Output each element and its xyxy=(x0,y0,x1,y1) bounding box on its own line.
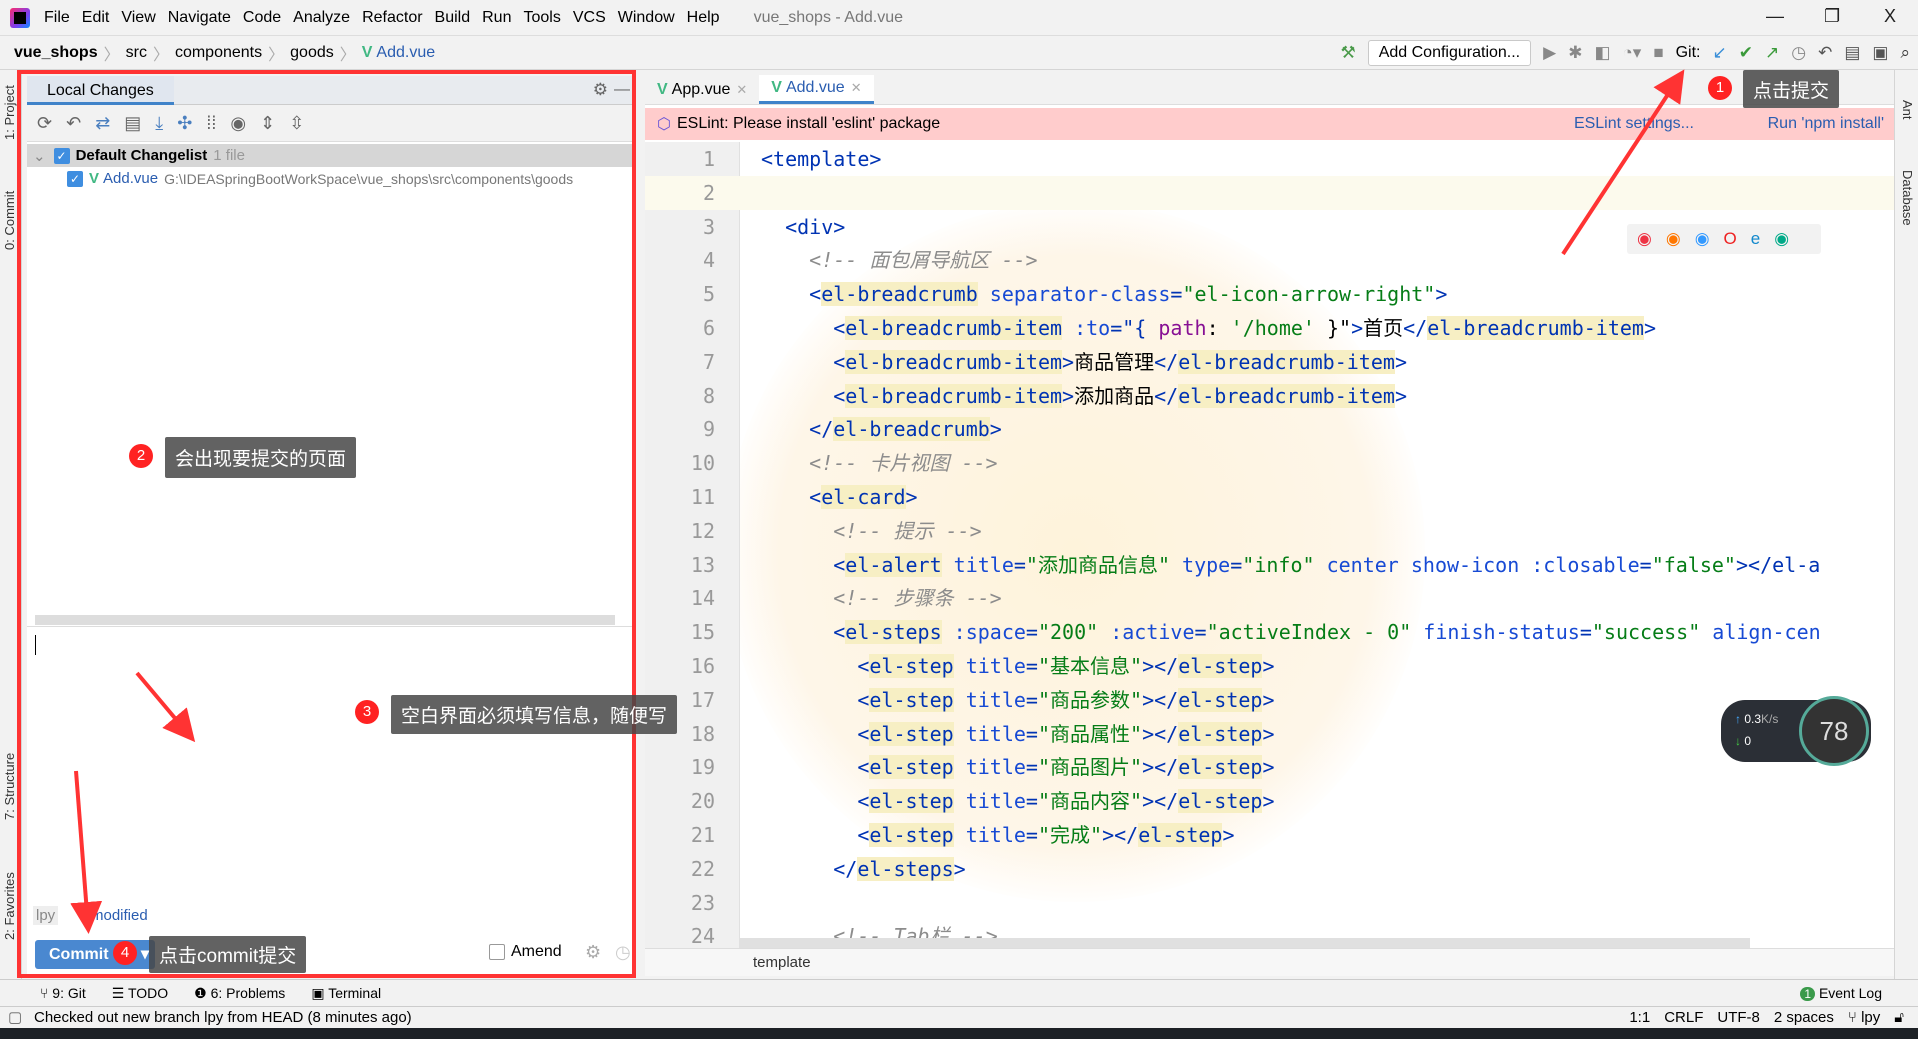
arrow-to-commit-button xyxy=(70,770,103,934)
annotation-callout-3: 空白界面必须填写信息，随便写 xyxy=(391,695,678,734)
annotation-number-4: 4 xyxy=(113,941,137,965)
annotation-callout-2: 会出现要提交的页面 xyxy=(165,437,357,478)
arrow-to-message xyxy=(135,671,196,743)
annotation-number-3: 3 xyxy=(355,700,379,724)
arrow-to-commit-icon xyxy=(1561,69,1685,256)
annotation-number-1: 1 xyxy=(1708,76,1732,100)
annotation-number-2: 2 xyxy=(129,444,153,468)
annotation-callout-1: 点击提交 xyxy=(1743,70,1840,108)
annotation-arrows xyxy=(70,69,1685,934)
annotation-callout-4: 点击commit提交 xyxy=(149,936,307,973)
